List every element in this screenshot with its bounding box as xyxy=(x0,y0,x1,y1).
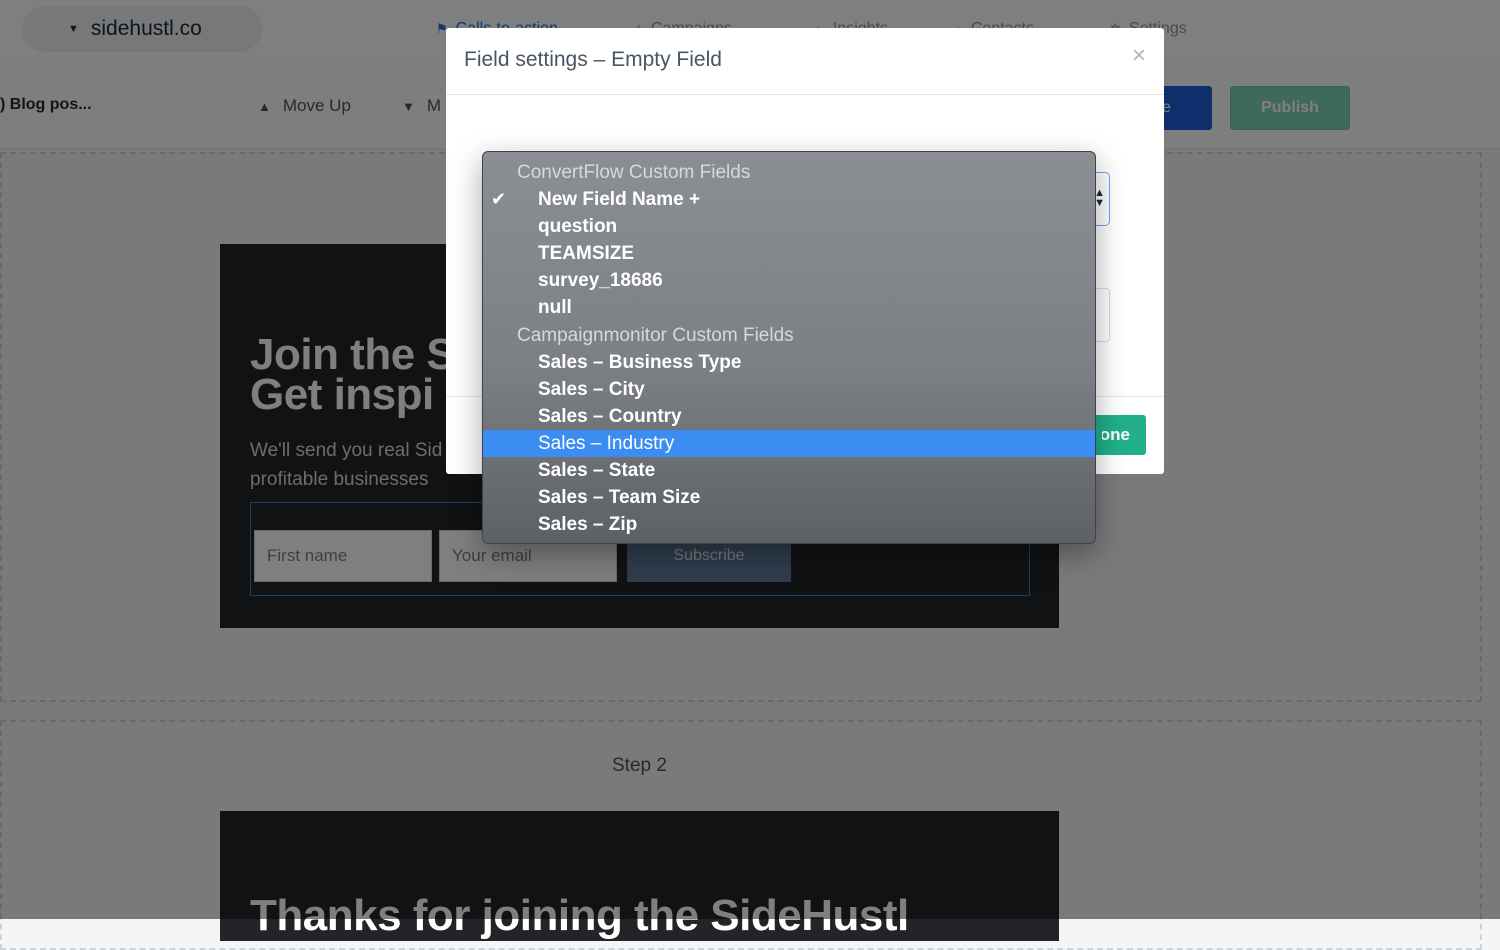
option-sales-industry[interactable]: Sales – Industry xyxy=(483,430,1095,457)
option-sales-country[interactable]: Sales – Country xyxy=(483,403,1095,430)
option-label: Sales – Industry xyxy=(538,433,675,454)
option-label: survey_18686 xyxy=(538,270,663,291)
checkmark-icon: ✔ xyxy=(491,189,507,209)
option-new-field-name[interactable]: ✔ New Field Name + xyxy=(483,186,1095,213)
option-sales-city[interactable]: Sales – City xyxy=(483,376,1095,403)
modal-header: Field settings – Empty Field × xyxy=(446,28,1164,95)
optgroup-campaignmonitor: Campaignmonitor Custom Fields xyxy=(517,325,794,346)
option-label: null xyxy=(538,297,572,318)
option-teamsize[interactable]: TEAMSIZE xyxy=(483,240,1095,267)
option-label: Sales – Country xyxy=(538,406,682,427)
option-label: Sales – Business Type xyxy=(538,352,742,373)
modal-title: Field settings – Empty Field xyxy=(464,48,722,71)
option-label: New Field Name + xyxy=(538,189,701,210)
option-label: question xyxy=(538,216,618,237)
optgroup-convertflow: ConvertFlow Custom Fields xyxy=(517,162,751,183)
option-survey[interactable]: survey_18686 xyxy=(483,267,1095,294)
option-label: Sales – Team Size xyxy=(538,487,701,508)
done-label: Done xyxy=(1102,425,1130,444)
option-label: Sales – City xyxy=(538,379,645,400)
custom-field-dropdown-list[interactable]: ConvertFlow Custom Fields ✔ New Field Na… xyxy=(482,151,1096,544)
option-sales-business-type[interactable]: Sales – Business Type xyxy=(483,349,1095,376)
option-question[interactable]: question xyxy=(483,213,1095,240)
option-label: Sales – Zip xyxy=(538,514,638,535)
option-null[interactable]: null xyxy=(483,294,1095,321)
option-sales-zip[interactable]: Sales – Zip xyxy=(483,511,1095,538)
option-label: TEAMSIZE xyxy=(538,243,635,264)
option-sales-state[interactable]: Sales – State xyxy=(483,457,1095,484)
close-icon[interactable]: × xyxy=(1132,42,1146,70)
option-sales-team-size[interactable]: Sales – Team Size xyxy=(483,484,1095,511)
option-label: Sales – State xyxy=(538,460,656,481)
